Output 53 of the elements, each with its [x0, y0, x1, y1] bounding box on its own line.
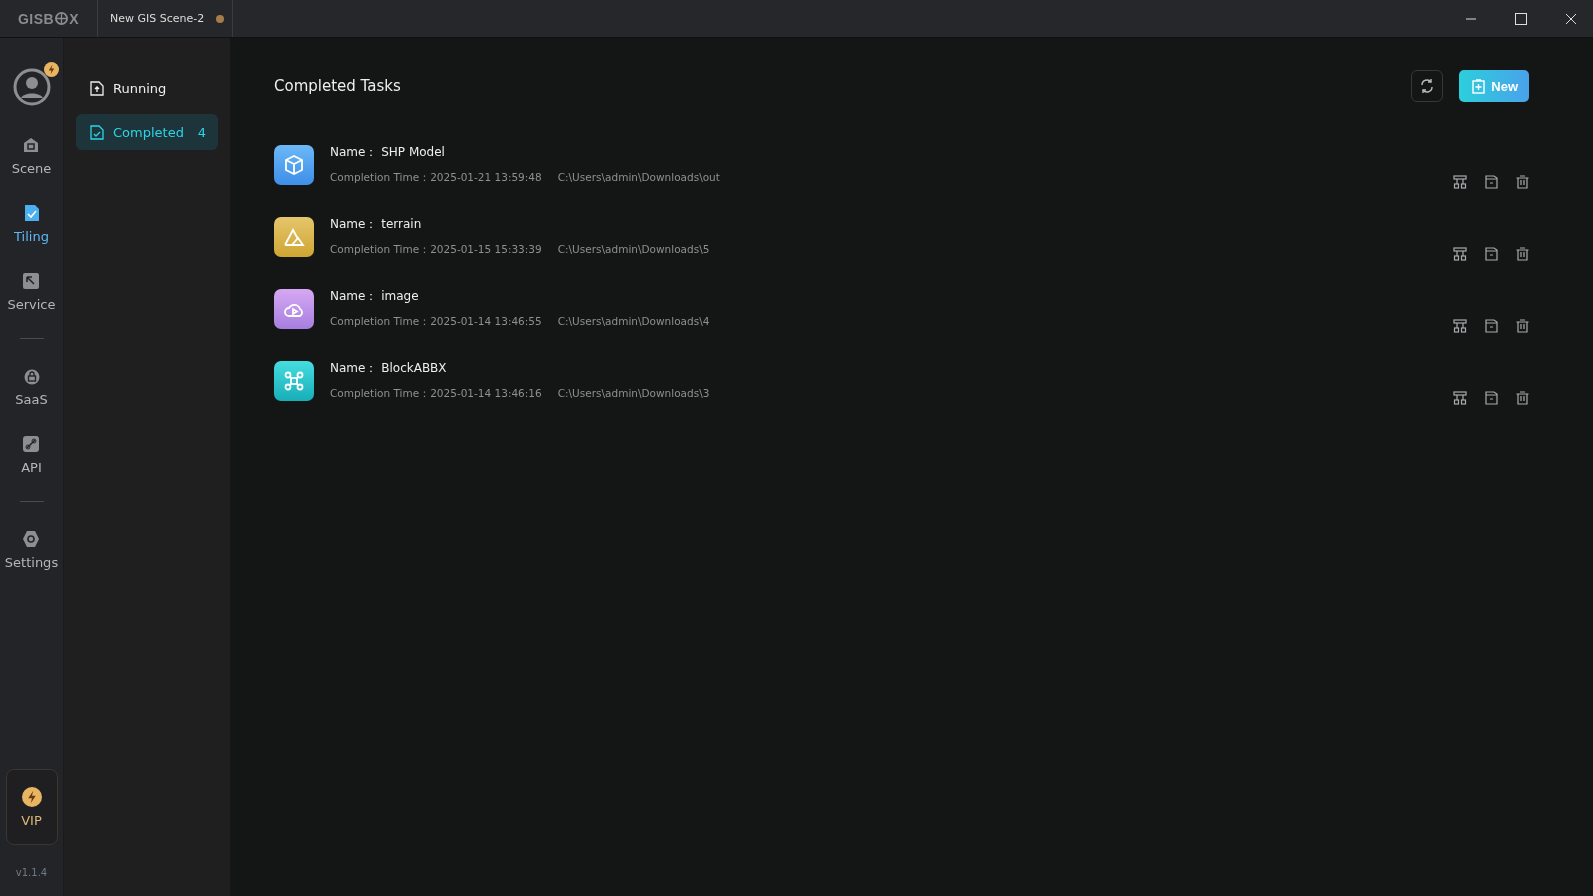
- app-logo: GISB X: [16, 9, 81, 29]
- output-path: C:\Users\admin\Downloads\out: [557, 171, 720, 185]
- refresh-icon: [1419, 78, 1436, 94]
- nav-item[interactable]: Scene: [11, 136, 52, 176]
- completion-time: Completion Time：2025-01-14 13:46:55: [330, 315, 542, 329]
- hierarchy-icon[interactable]: [1453, 318, 1467, 333]
- nav-item[interactable]: Tiling: [14, 204, 49, 244]
- hierarchy-icon[interactable]: [1453, 246, 1467, 261]
- maximize-icon[interactable]: [1515, 12, 1527, 25]
- delete-icon[interactable]: [1516, 390, 1529, 405]
- lightning-icon: [21, 786, 42, 807]
- output-path: C:\Users\admin\Downloads\5: [557, 243, 710, 257]
- folder-icon[interactable]: [1485, 390, 1498, 405]
- hierarchy-icon[interactable]: [1453, 174, 1467, 189]
- scene-tab[interactable]: New GIS Scene-2: [97, 0, 234, 37]
- add-file-icon: [1472, 78, 1486, 94]
- vip-button[interactable]: VIP: [5, 769, 58, 845]
- completion-time: Completion Time：2025-01-15 15:33:39: [330, 243, 542, 257]
- globe-icon: [55, 12, 69, 25]
- folder-icon[interactable]: [1485, 174, 1498, 189]
- close-icon[interactable]: [1565, 12, 1577, 25]
- task-name: Name： SHP Model: [330, 144, 446, 161]
- nav-item[interactable]: Settings: [4, 530, 59, 570]
- output-path: C:\Users\admin\Downloads\3: [557, 387, 710, 401]
- document-icon: [90, 124, 104, 140]
- nav-icon: [22, 136, 41, 154]
- hierarchy-icon[interactable]: [1453, 390, 1467, 405]
- nav-icon: [22, 530, 41, 548]
- task-name: Name： image: [330, 288, 420, 305]
- output-path: C:\Users\admin\Downloads\4: [557, 315, 710, 329]
- nav-icon: [22, 367, 41, 385]
- nav-icon: [22, 272, 41, 290]
- folder-icon[interactable]: [1485, 318, 1498, 333]
- refresh-button[interactable]: [1411, 70, 1444, 102]
- nav-item[interactable]: API: [21, 435, 42, 475]
- delete-icon[interactable]: [1516, 318, 1529, 333]
- delete-icon[interactable]: [1516, 246, 1529, 261]
- task-filter-item[interactable]: Running: [76, 70, 218, 106]
- completion-time: Completion Time：2025-01-14 13:46:16: [330, 387, 542, 401]
- folder-icon[interactable]: [1485, 246, 1498, 261]
- task-name: Name： BlockABBX: [330, 360, 448, 377]
- user-avatar[interactable]: [12, 68, 51, 106]
- version-label: v1.1.4: [15, 867, 48, 878]
- delete-icon[interactable]: [1516, 174, 1529, 189]
- nav-item[interactable]: Service: [7, 272, 56, 312]
- nav-icon: [22, 435, 41, 453]
- completion-time: Completion Time：2025-01-21 13:59:48: [330, 171, 542, 185]
- document-icon: [90, 80, 104, 96]
- page-title: Completed Tasks: [274, 77, 402, 95]
- nav-item[interactable]: SaaS: [15, 367, 48, 407]
- task-filter-item[interactable]: Completed 4: [76, 114, 218, 150]
- task-name: Name： terrain: [330, 216, 423, 233]
- nav-icon: [22, 204, 41, 222]
